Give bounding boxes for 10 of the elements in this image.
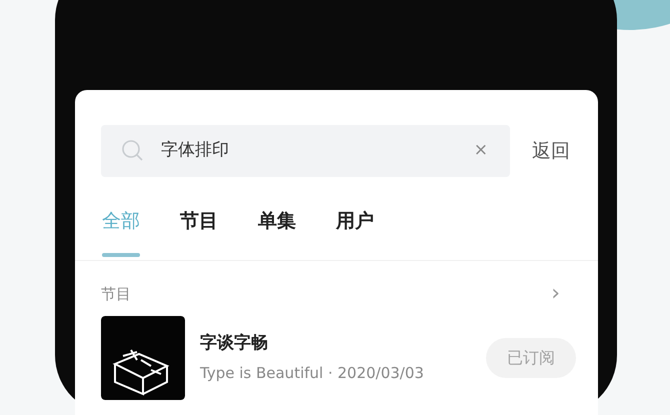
search-icon: [121, 139, 145, 163]
item-title: 字谈字畅: [200, 332, 269, 354]
tab[interactable]: 用户: [336, 207, 374, 257]
tab[interactable]: 节目: [180, 207, 218, 257]
section-title: 节目: [101, 284, 131, 305]
search-field[interactable]: 字体排印 ×: [101, 125, 510, 177]
item-subtitle: Type is Beautiful · 2020/03/03: [200, 363, 425, 384]
back-link[interactable]: 返回: [532, 136, 570, 166]
tab[interactable]: 单集: [258, 207, 296, 257]
search-text: 字体排印: [161, 139, 230, 162]
